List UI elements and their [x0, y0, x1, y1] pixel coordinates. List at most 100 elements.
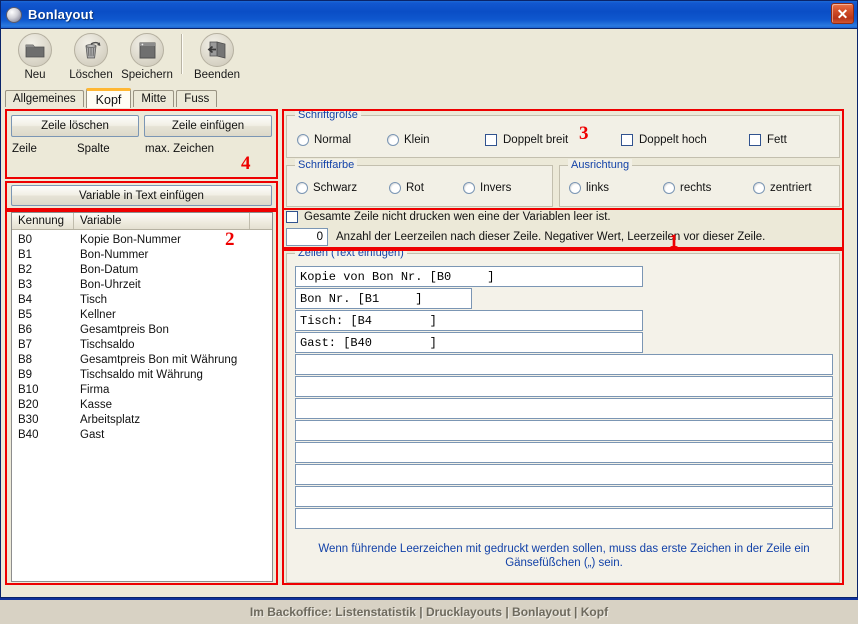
- checkbox-icon: [485, 134, 497, 146]
- cell-variable: Kasse: [74, 399, 112, 411]
- line-input-11[interactable]: [295, 486, 833, 507]
- cell-kennung: B3: [12, 279, 74, 291]
- check-doppelt-hoch[interactable]: Doppelt hoch: [621, 134, 707, 146]
- line-input-9[interactable]: [295, 442, 833, 463]
- screenshot-root: Bonlayout ✕ Neu: [0, 0, 858, 624]
- radio-label: Schwarz: [313, 182, 357, 194]
- radio-schwarz[interactable]: Schwarz: [296, 182, 357, 194]
- cell-variable: Bon-Uhrzeit: [74, 279, 141, 291]
- cell-variable: Tischsaldo: [74, 339, 135, 351]
- insert-row-button[interactable]: Zeile einfügen: [144, 115, 272, 137]
- radio-dot-icon: [569, 182, 581, 194]
- insert-variable-button[interactable]: Variable in Text einfügen: [11, 185, 272, 206]
- annotation-number-4: 4: [241, 153, 251, 175]
- cell-kennung: B40: [12, 429, 74, 441]
- table-row[interactable]: B10Firma: [12, 382, 272, 397]
- line-input-10[interactable]: [295, 464, 833, 485]
- check-fett[interactable]: Fett: [749, 134, 787, 146]
- check-label: Gesamte Zeile nicht drucken wen eine der…: [304, 211, 611, 223]
- annotation-number-1: 1: [669, 231, 679, 253]
- cell-kennung: B7: [12, 339, 74, 351]
- table-row[interactable]: B4Tisch: [12, 292, 272, 307]
- radio-klein[interactable]: Klein: [387, 134, 430, 146]
- delete-row-button[interactable]: Zeile löschen: [11, 115, 139, 137]
- cell-variable: Gesamtpreis Bon mit Währung: [74, 354, 237, 366]
- leading-space-note-line1: Wenn führende Leerzeichen mit gedruckt w…: [287, 542, 841, 556]
- cell-variable: Bon-Nummer: [74, 249, 148, 261]
- cell-kennung: B1: [12, 249, 74, 261]
- cell-variable: Tisch: [74, 294, 107, 306]
- cell-variable: Gesamtpreis Bon: [74, 324, 169, 336]
- close-icon[interactable]: ✕: [831, 3, 854, 24]
- toolbar-button-speichern[interactable]: Speichern: [119, 32, 175, 81]
- radio-dot-icon: [387, 134, 399, 146]
- cell-kennung: B9: [12, 369, 74, 381]
- radio-dot-icon: [297, 134, 309, 146]
- toolbar-button-neu[interactable]: Neu: [7, 32, 63, 81]
- toolbar-button-beenden[interactable]: Beenden: [189, 32, 245, 81]
- line-input-7[interactable]: [295, 398, 833, 419]
- line-input-6[interactable]: [295, 376, 833, 397]
- table-row[interactable]: B40Gast: [12, 427, 272, 442]
- line-input-3[interactable]: Tisch: [B4 ]: [295, 310, 643, 331]
- toolbar-label: Neu: [24, 69, 45, 81]
- table-row[interactable]: B9Tischsaldo mit Währung: [12, 367, 272, 382]
- toolbar: Neu Löschen: [1, 29, 857, 87]
- cell-kennung: B2: [12, 264, 74, 276]
- table-row[interactable]: B30Arbeitsplatz: [12, 412, 272, 427]
- check-skip-empty-line[interactable]: Gesamte Zeile nicht drucken wen eine der…: [286, 211, 611, 223]
- column-label-zeile: Zeile: [12, 143, 37, 155]
- table-row[interactable]: B2Bon-Datum: [12, 262, 272, 277]
- radio-dot-icon: [463, 182, 475, 194]
- table-row[interactable]: B8Gesamtpreis Bon mit Währung: [12, 352, 272, 367]
- table-row[interactable]: B7Tischsaldo: [12, 337, 272, 352]
- check-label: Fett: [767, 134, 787, 146]
- status-bar: Im Backoffice: Listenstatistik | Druckla…: [0, 598, 858, 624]
- radio-label: Klein: [404, 134, 430, 146]
- line-input-5[interactable]: [295, 354, 833, 375]
- radio-normal[interactable]: Normal: [297, 134, 351, 146]
- check-doppelt-breit[interactable]: Doppelt breit: [485, 134, 568, 146]
- variable-list[interactable]: Kennung Variable B0Kopie Bon-Nummer B1Bo…: [11, 212, 273, 582]
- cell-variable: Bon-Datum: [74, 264, 138, 276]
- tab-allgemeines[interactable]: Allgemeines: [5, 90, 84, 107]
- leading-space-note-line2: Gänsefüßchen („) sein.: [287, 556, 841, 570]
- radio-dot-icon: [663, 182, 675, 194]
- tab-fuss[interactable]: Fuss: [176, 90, 217, 107]
- check-label: Doppelt hoch: [639, 134, 707, 146]
- table-row[interactable]: B3Bon-Uhrzeit: [12, 277, 272, 292]
- table-row[interactable]: B5Kellner: [12, 307, 272, 322]
- radio-rechts[interactable]: rechts: [663, 182, 711, 194]
- tab-mitte[interactable]: Mitte: [133, 90, 174, 107]
- checkbox-icon: [621, 134, 633, 146]
- cell-variable: Kopie Bon-Nummer: [74, 234, 181, 246]
- line-input-8[interactable]: [295, 420, 833, 441]
- tab-kopf[interactable]: Kopf: [86, 88, 132, 108]
- toolbar-button-loeschen[interactable]: Löschen: [63, 32, 119, 81]
- checkbox-icon: [749, 134, 761, 146]
- table-row[interactable]: B6Gesamtpreis Bon: [12, 322, 272, 337]
- line-input-4[interactable]: Gast: [B40 ]: [295, 332, 643, 353]
- tab-strip: Allgemeines Kopf Mitte Fuss: [5, 87, 857, 107]
- app-window: Bonlayout ✕ Neu: [0, 0, 858, 598]
- folder-icon: [18, 33, 52, 67]
- lines-group-title: Zeilen (Text einfügen): [295, 247, 407, 259]
- radio-label: Normal: [314, 134, 351, 146]
- radio-zentriert[interactable]: zentriert: [753, 182, 812, 194]
- line-input-12[interactable]: [295, 508, 833, 529]
- line-input-1[interactable]: Kopie von Bon Nr. [B0 ]: [295, 266, 643, 287]
- column-header-variable: Variable: [74, 213, 250, 229]
- radio-invers[interactable]: Invers: [463, 182, 511, 194]
- radio-label: rechts: [680, 182, 711, 194]
- radio-label: zentriert: [770, 182, 812, 194]
- radio-links[interactable]: links: [569, 182, 609, 194]
- lines-groupbox: Zeilen (Text einfügen) Kopie von Bon Nr.…: [286, 253, 840, 583]
- window-title: Bonlayout: [28, 7, 93, 22]
- radio-dot-icon: [389, 182, 401, 194]
- app-orb-icon: [6, 7, 22, 23]
- radio-rot[interactable]: Rot: [389, 182, 424, 194]
- line-input-2[interactable]: Bon Nr. [B1 ]: [295, 288, 472, 309]
- blank-lines-input[interactable]: 0: [286, 228, 328, 246]
- table-row[interactable]: B20Kasse: [12, 397, 272, 412]
- toolbar-label: Speichern: [121, 69, 173, 81]
